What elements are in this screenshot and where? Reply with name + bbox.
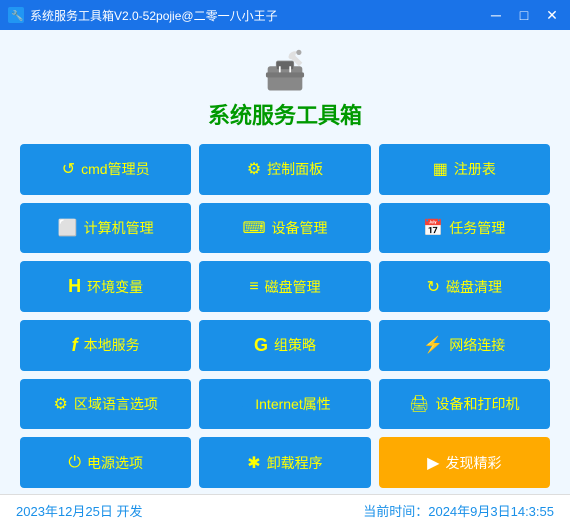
app-icon: 🔧 (8, 7, 24, 23)
computer-mgmt-label: 计算机管理 (84, 218, 154, 238)
task-mgmt-icon: 📅 (423, 218, 443, 238)
uninstall-label: 卸载程序 (267, 453, 323, 473)
power-options-label: 电源选项 (87, 453, 143, 473)
current-time: 当前时间：2024年9月3日14:3:55 (363, 501, 554, 520)
footer: 2023年12月25日 开发 当前时间：2024年9月3日14:3:55 (0, 494, 570, 526)
internet-props-label: Internet属性 (255, 394, 330, 414)
registry-icon: ▦ (433, 159, 448, 179)
button-grid: ↺ cmd管理员 ⚙ 控制面板 ▦ 注册表 ⬜ 计算机管理 ⌨ 设备管理 📅 任务管理 H 环境变量 ≡ 磁盘… (0, 138, 570, 494)
devices-printers-label: 设备和打印机 (435, 394, 519, 414)
title-bar-left: 🔧 系统服务工具箱V2.0-52pojie@二零一八小王子 (8, 7, 278, 24)
svg-text:🔧: 🔧 (11, 9, 23, 22)
local-services-label: 本地服务 (84, 335, 140, 355)
close-button[interactable]: ✕ (542, 8, 562, 22)
group-policy-icon: G (254, 335, 268, 356)
local-services-icon: f (72, 335, 78, 356)
grid-btn-registry[interactable]: ▦ 注册表 (379, 144, 550, 195)
device-mgmt-icon: ⌨ (242, 218, 265, 238)
grid-btn-disk-clean[interactable]: ↻ 磁盘清理 (379, 261, 550, 312)
region-lang-label: 区域语言选项 (74, 394, 158, 414)
env-vars-icon: H (68, 276, 81, 297)
group-policy-label: 组策略 (274, 335, 316, 355)
disk-clean-label: 磁盘清理 (446, 277, 502, 297)
grid-btn-cmd[interactable]: ↺ cmd管理员 (20, 144, 191, 195)
disk-mgmt-label: 磁盘管理 (265, 277, 321, 297)
grid-btn-task-mgmt[interactable]: 📅 任务管理 (379, 203, 550, 254)
grid-btn-region-lang[interactable]: ⚙ 区域语言选项 (20, 379, 191, 430)
grid-btn-devices-printers[interactable]: 🖨 设备和打印机 (379, 379, 550, 430)
grid-btn-disk-mgmt[interactable]: ≡ 磁盘管理 (199, 261, 370, 312)
grid-btn-group-policy[interactable]: G 组策略 (199, 320, 370, 371)
devices-printers-icon: 🖨 (409, 394, 429, 414)
task-mgmt-label: 任务管理 (449, 218, 505, 238)
grid-btn-discover[interactable]: ▶ 发现精彩 (379, 437, 550, 488)
power-options-icon: ⏻ (68, 454, 81, 472)
control-panel-label: 控制面板 (267, 159, 323, 179)
cmd-label: cmd管理员 (81, 159, 149, 179)
disk-clean-icon: ↻ (427, 277, 440, 297)
grid-btn-computer-mgmt[interactable]: ⬜ 计算机管理 (20, 203, 191, 254)
region-lang-icon: ⚙ (53, 394, 67, 414)
toolbox-icon (259, 42, 311, 94)
network-connect-icon: ⚡ (423, 335, 443, 355)
grid-btn-internet-props[interactable]: e Internet属性 (199, 379, 370, 430)
grid-btn-local-services[interactable]: f 本地服务 (20, 320, 191, 371)
app-title: 系统服务工具箱 (208, 98, 362, 130)
uninstall-icon: ✱ (247, 453, 260, 473)
cmd-icon: ↺ (62, 159, 75, 179)
env-vars-label: 环境变量 (87, 277, 143, 297)
grid-btn-uninstall[interactable]: ✱ 卸载程序 (199, 437, 370, 488)
computer-mgmt-icon: ⬜ (58, 218, 78, 238)
grid-btn-network-connect[interactable]: ⚡ 网络连接 (379, 320, 550, 371)
discover-icon: ▶ (427, 453, 439, 473)
network-connect-label: 网络连接 (449, 335, 505, 355)
grid-btn-device-mgmt[interactable]: ⌨ 设备管理 (199, 203, 370, 254)
maximize-button[interactable]: □ (514, 8, 534, 22)
grid-btn-power-options[interactable]: ⏻ 电源选项 (20, 437, 191, 488)
title-bar-controls: ─ □ ✕ (486, 8, 562, 22)
control-panel-icon: ⚙ (247, 159, 261, 179)
registry-label: 注册表 (454, 159, 496, 179)
device-mgmt-label: 设备管理 (272, 218, 328, 238)
grid-btn-env-vars[interactable]: H 环境变量 (20, 261, 191, 312)
disk-mgmt-icon: ≡ (249, 278, 258, 296)
internet-props-icon: e (239, 393, 249, 414)
minimize-button[interactable]: ─ (486, 8, 506, 22)
grid-btn-control-panel[interactable]: ⚙ 控制面板 (199, 144, 370, 195)
app-header: 系统服务工具箱 (0, 30, 570, 138)
discover-label: 发现精彩 (445, 453, 501, 473)
window-title: 系统服务工具箱V2.0-52pojie@二零一八小王子 (30, 7, 278, 24)
title-bar: 🔧 系统服务工具箱V2.0-52pojie@二零一八小王子 ─ □ ✕ (0, 0, 570, 30)
dev-date: 2023年12月25日 开发 (16, 501, 142, 520)
